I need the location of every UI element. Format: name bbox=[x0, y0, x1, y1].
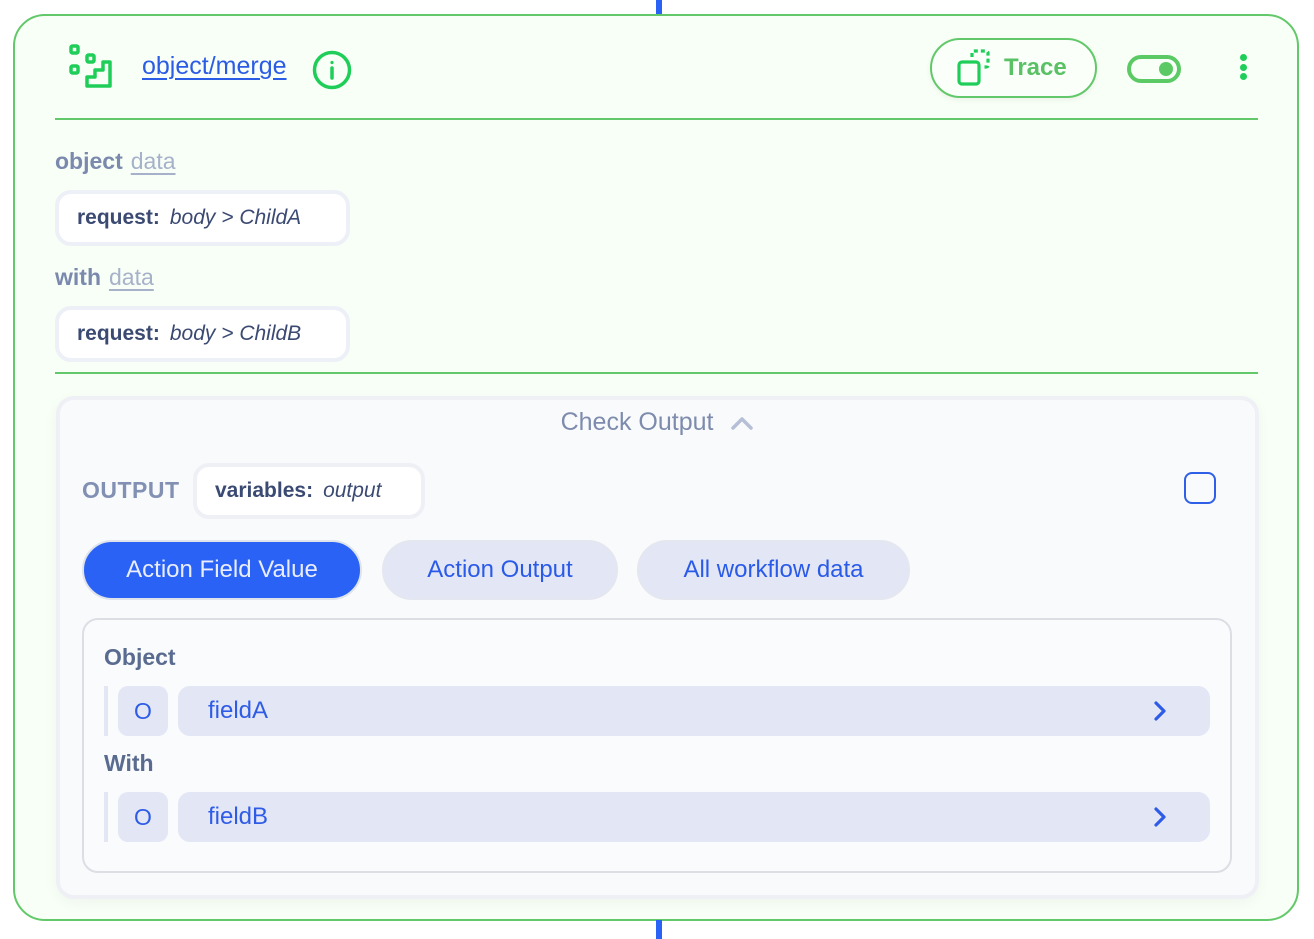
chevron-up-icon bbox=[731, 417, 754, 431]
check-output-toggle[interactable]: Check Output bbox=[60, 408, 1255, 437]
tab-action-field-value[interactable]: Action Field Value bbox=[82, 540, 362, 600]
trace-label: Trace bbox=[1004, 54, 1067, 81]
param-value-with[interactable]: request: body > ChildB bbox=[55, 306, 350, 362]
action-node-card: object/merge Trace object data request: b… bbox=[13, 14, 1299, 921]
fields-list: Object O fieldA With O fieldB bbox=[82, 618, 1232, 873]
action-title-link[interactable]: object/merge bbox=[142, 52, 287, 81]
tab-action-output[interactable]: Action Output bbox=[382, 540, 618, 600]
node-header: object/merge Trace bbox=[15, 16, 1297, 120]
param-value-object[interactable]: request: body > ChildA bbox=[55, 190, 350, 246]
more-options-icon[interactable] bbox=[1233, 54, 1253, 84]
list-item: O fieldB bbox=[104, 792, 1210, 842]
trace-icon bbox=[957, 49, 990, 86]
enable-toggle[interactable] bbox=[1127, 55, 1181, 83]
group-label-object: Object bbox=[104, 644, 176, 670]
params-divider bbox=[55, 372, 1258, 374]
connector-line-bottom bbox=[656, 920, 662, 939]
trace-button[interactable]: Trace bbox=[930, 38, 1097, 98]
connector-line-top bbox=[656, 0, 662, 15]
tree-indent-bar bbox=[104, 792, 108, 842]
list-item: O fieldA bbox=[104, 686, 1210, 736]
output-label: OUTPUT bbox=[82, 477, 180, 503]
output-variable-pill[interactable]: variables: output bbox=[193, 463, 425, 519]
param-label-with: with data bbox=[55, 264, 154, 290]
group-label-with: With bbox=[104, 750, 154, 776]
steps-icon bbox=[69, 44, 112, 88]
tab-all-workflow-data[interactable]: All workflow data bbox=[637, 540, 910, 600]
check-output-panel: Check Output OUTPUT variables: output Ac… bbox=[56, 396, 1259, 899]
toggle-knob bbox=[1159, 62, 1173, 76]
type-badge: O bbox=[118, 686, 168, 736]
tree-indent-bar bbox=[104, 686, 108, 736]
param-label-object: object data bbox=[55, 148, 176, 174]
param-source-link[interactable]: data bbox=[109, 264, 154, 290]
info-icon[interactable] bbox=[312, 50, 352, 90]
header-divider bbox=[55, 118, 1258, 120]
type-badge: O bbox=[118, 792, 168, 842]
field-item-fieldB[interactable]: fieldB bbox=[178, 792, 1210, 842]
chevron-right-icon bbox=[1154, 701, 1166, 721]
chevron-right-icon bbox=[1154, 807, 1166, 827]
output-checkbox[interactable] bbox=[1184, 472, 1216, 504]
param-source-link[interactable]: data bbox=[131, 148, 176, 174]
field-item-fieldA[interactable]: fieldA bbox=[178, 686, 1210, 736]
